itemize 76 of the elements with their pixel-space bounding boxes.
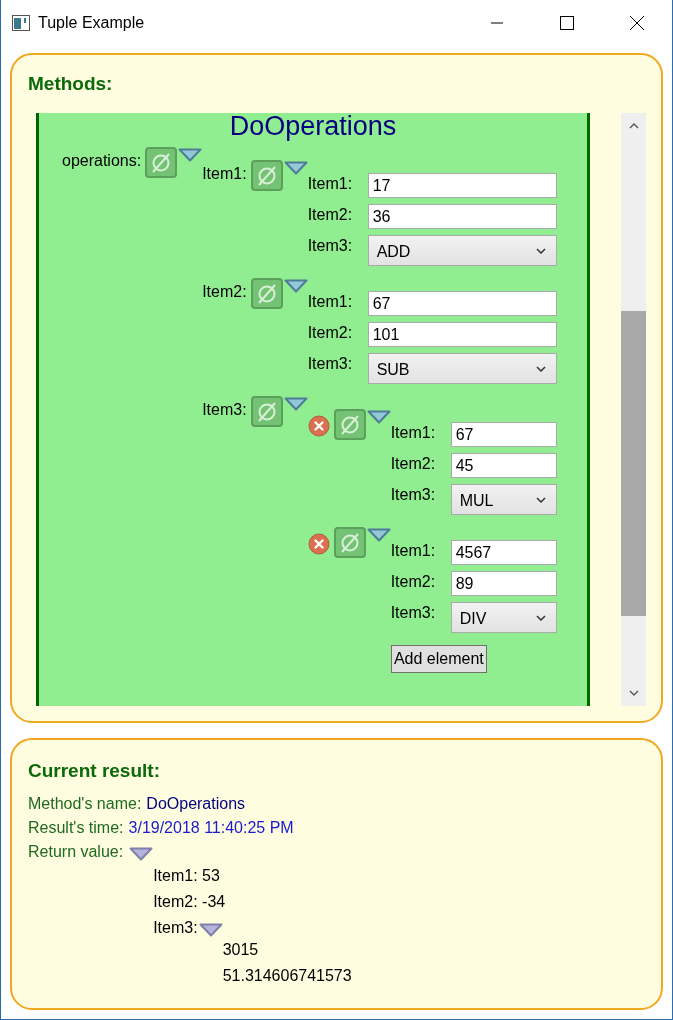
field-label: Item3: bbox=[307, 354, 354, 373]
empty-set-icon bbox=[338, 531, 361, 554]
result-label: Result's time: bbox=[28, 819, 124, 838]
null-button[interactable] bbox=[145, 147, 178, 178]
close-icon bbox=[630, 15, 644, 30]
return-item: Item2: -34 bbox=[153, 893, 227, 912]
operation-dropdown[interactable]: SUB bbox=[367, 353, 557, 384]
number-field[interactable]: 89 bbox=[450, 571, 557, 596]
expand-triangle-icon[interactable] bbox=[283, 397, 308, 411]
window-title: Tuple Example bbox=[38, 13, 145, 32]
result-label: Return value: bbox=[28, 843, 124, 861]
field-label: Item3: bbox=[390, 603, 437, 622]
field-label: Item1: bbox=[390, 541, 437, 560]
chevron-down-icon bbox=[536, 496, 546, 503]
field-label: Item3: bbox=[390, 485, 437, 504]
result-label: Method's name: bbox=[28, 795, 142, 814]
number-field[interactable]: 45 bbox=[450, 453, 557, 478]
add-element-button[interactable]: Add element bbox=[390, 645, 487, 673]
number-field[interactable]: 67 bbox=[450, 422, 557, 447]
expand-triangle-icon[interactable] bbox=[283, 279, 308, 293]
expand-triangle-icon[interactable] bbox=[198, 923, 223, 937]
item-label: Item2: bbox=[202, 282, 247, 301]
field-label: Item3: bbox=[307, 236, 354, 255]
result-value: DoOperations bbox=[146, 795, 246, 814]
expand-triangle-icon[interactable] bbox=[366, 410, 391, 424]
expand-triangle-icon[interactable] bbox=[283, 161, 308, 175]
operation-dropdown[interactable]: MUL bbox=[450, 484, 557, 515]
return-item-label: Item3: bbox=[153, 919, 198, 938]
return-item: 51.314606741573 bbox=[222, 967, 352, 986]
operation-dropdown[interactable]: ADD bbox=[367, 235, 557, 266]
scrollbar-thumb[interactable] bbox=[621, 311, 646, 616]
null-button[interactable] bbox=[333, 527, 366, 558]
result-value: 3/19/2018 11:40:25 PM bbox=[128, 819, 294, 838]
scroll-down-icon[interactable] bbox=[628, 690, 639, 696]
empty-set-icon bbox=[255, 164, 278, 187]
expand-triangle-icon[interactable] bbox=[129, 847, 154, 861]
expand-triangle-icon[interactable] bbox=[178, 148, 203, 162]
return-item: 3015 bbox=[222, 941, 260, 960]
field-label: Item1: bbox=[390, 423, 437, 442]
number-field[interactable]: 36 bbox=[367, 204, 557, 229]
field-label: Item1: bbox=[307, 174, 354, 193]
section-heading: Current result: bbox=[28, 760, 161, 783]
field-label: Item1: bbox=[307, 292, 354, 311]
app-icon bbox=[12, 14, 30, 31]
field-label: Item2: bbox=[307, 205, 354, 224]
expand-triangle-icon[interactable] bbox=[366, 528, 391, 542]
empty-set-icon bbox=[150, 151, 173, 174]
number-field[interactable]: 67 bbox=[367, 291, 557, 316]
number-field[interactable]: 4567 bbox=[450, 540, 557, 565]
number-field[interactable]: 101 bbox=[367, 322, 557, 347]
section-heading: Methods: bbox=[28, 73, 114, 96]
chevron-down-icon bbox=[536, 365, 546, 372]
remove-icon[interactable] bbox=[307, 415, 330, 437]
empty-set-icon bbox=[255, 282, 278, 305]
maximize-icon bbox=[560, 15, 574, 30]
item-label: Item1: bbox=[202, 164, 247, 183]
field-label: Item2: bbox=[390, 572, 437, 591]
null-button[interactable] bbox=[250, 396, 283, 427]
scroll-up-icon[interactable] bbox=[628, 123, 639, 129]
return-item: Item1: 53 bbox=[153, 867, 221, 886]
item-label: operations: bbox=[62, 151, 142, 170]
empty-set-icon bbox=[255, 400, 278, 423]
remove-icon[interactable] bbox=[307, 533, 330, 555]
item-label: Item3: bbox=[202, 400, 247, 419]
null-button[interactable] bbox=[250, 160, 283, 191]
number-field[interactable]: 17 bbox=[367, 173, 557, 198]
method-title: DoOperations bbox=[228, 113, 398, 143]
field-label: Item2: bbox=[307, 323, 354, 342]
empty-set-icon bbox=[338, 413, 361, 436]
chevron-down-icon bbox=[536, 247, 546, 254]
field-label: Item2: bbox=[390, 454, 437, 473]
chevron-down-icon bbox=[536, 614, 546, 621]
operation-dropdown[interactable]: DIV bbox=[450, 602, 557, 633]
scrollbar[interactable] bbox=[621, 113, 646, 706]
null-button[interactable] bbox=[333, 409, 366, 440]
null-button[interactable] bbox=[250, 278, 283, 309]
